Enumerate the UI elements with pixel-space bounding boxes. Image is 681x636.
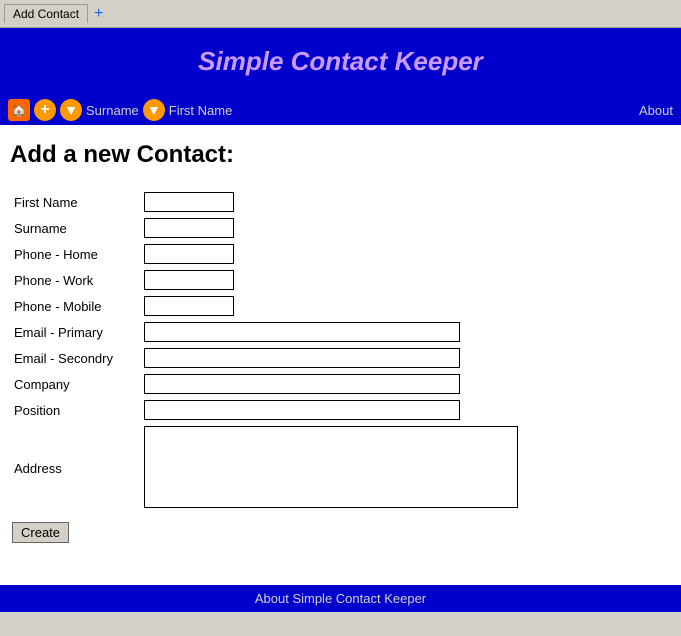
table-row: Email - Secondry xyxy=(10,345,522,371)
field-label-email-primary: Email - Primary xyxy=(10,319,140,345)
field-label-address: Address xyxy=(10,423,140,514)
field-label-company: Company xyxy=(10,371,140,397)
phone-home-input[interactable] xyxy=(144,244,234,264)
table-row: Address xyxy=(10,423,522,514)
page-title: Add a new Contact: xyxy=(10,141,673,169)
address-input[interactable] xyxy=(144,426,518,508)
new-tab-button[interactable]: + xyxy=(88,5,109,23)
table-row: Position xyxy=(10,397,522,423)
app-header: Simple Contact Keeper xyxy=(0,28,681,95)
firstname-input[interactable] xyxy=(144,192,234,212)
home-icon[interactable]: 🏠 xyxy=(8,99,30,121)
email-primary-input[interactable] xyxy=(144,322,460,342)
nav-bar: 🏠 + ▼ Surname ▼ First Name About xyxy=(0,95,681,125)
table-row: Surname xyxy=(10,215,522,241)
field-label-surname: Surname xyxy=(10,215,140,241)
table-row: Email - Primary xyxy=(10,319,522,345)
create-button[interactable]: Create xyxy=(12,522,69,543)
field-label-phone-home: Phone - Home xyxy=(10,241,140,267)
sort-down-icon-1[interactable]: ▼ xyxy=(60,99,82,121)
table-row: Phone - Mobile xyxy=(10,293,522,319)
title-bar: Add Contact + xyxy=(0,0,681,28)
content-area: Add a new Contact: First Name Surname Ph… xyxy=(0,125,681,585)
firstname-nav-label: First Name xyxy=(169,103,233,118)
table-row: Phone - Home xyxy=(10,241,522,267)
phone-work-input[interactable] xyxy=(144,270,234,290)
table-row: Phone - Work xyxy=(10,267,522,293)
field-label-phone-mobile: Phone - Mobile xyxy=(10,293,140,319)
table-row: Company xyxy=(10,371,522,397)
contact-form: First Name Surname Phone - Home Phone - … xyxy=(10,189,522,514)
tab-label: Add Contact xyxy=(13,7,79,21)
about-link[interactable]: About xyxy=(639,103,673,118)
field-label-phone-work: Phone - Work xyxy=(10,267,140,293)
sort-down-icon-2[interactable]: ▼ xyxy=(143,99,165,121)
company-input[interactable] xyxy=(144,374,460,394)
field-label-position: Position xyxy=(10,397,140,423)
email-secondary-input[interactable] xyxy=(144,348,460,368)
table-row: First Name xyxy=(10,189,522,215)
add-contact-icon[interactable]: + xyxy=(34,99,56,121)
field-label-firstname: First Name xyxy=(10,189,140,215)
footer-text: About Simple Contact Keeper xyxy=(255,591,426,606)
app-title: Simple Contact Keeper xyxy=(198,46,483,76)
field-label-email-secondary: Email - Secondry xyxy=(10,345,140,371)
surname-nav-label: Surname xyxy=(86,103,139,118)
position-input[interactable] xyxy=(144,400,460,420)
surname-input[interactable] xyxy=(144,218,234,238)
browser-tab[interactable]: Add Contact xyxy=(4,4,88,23)
phone-mobile-input[interactable] xyxy=(144,296,234,316)
footer: About Simple Contact Keeper xyxy=(0,585,681,612)
